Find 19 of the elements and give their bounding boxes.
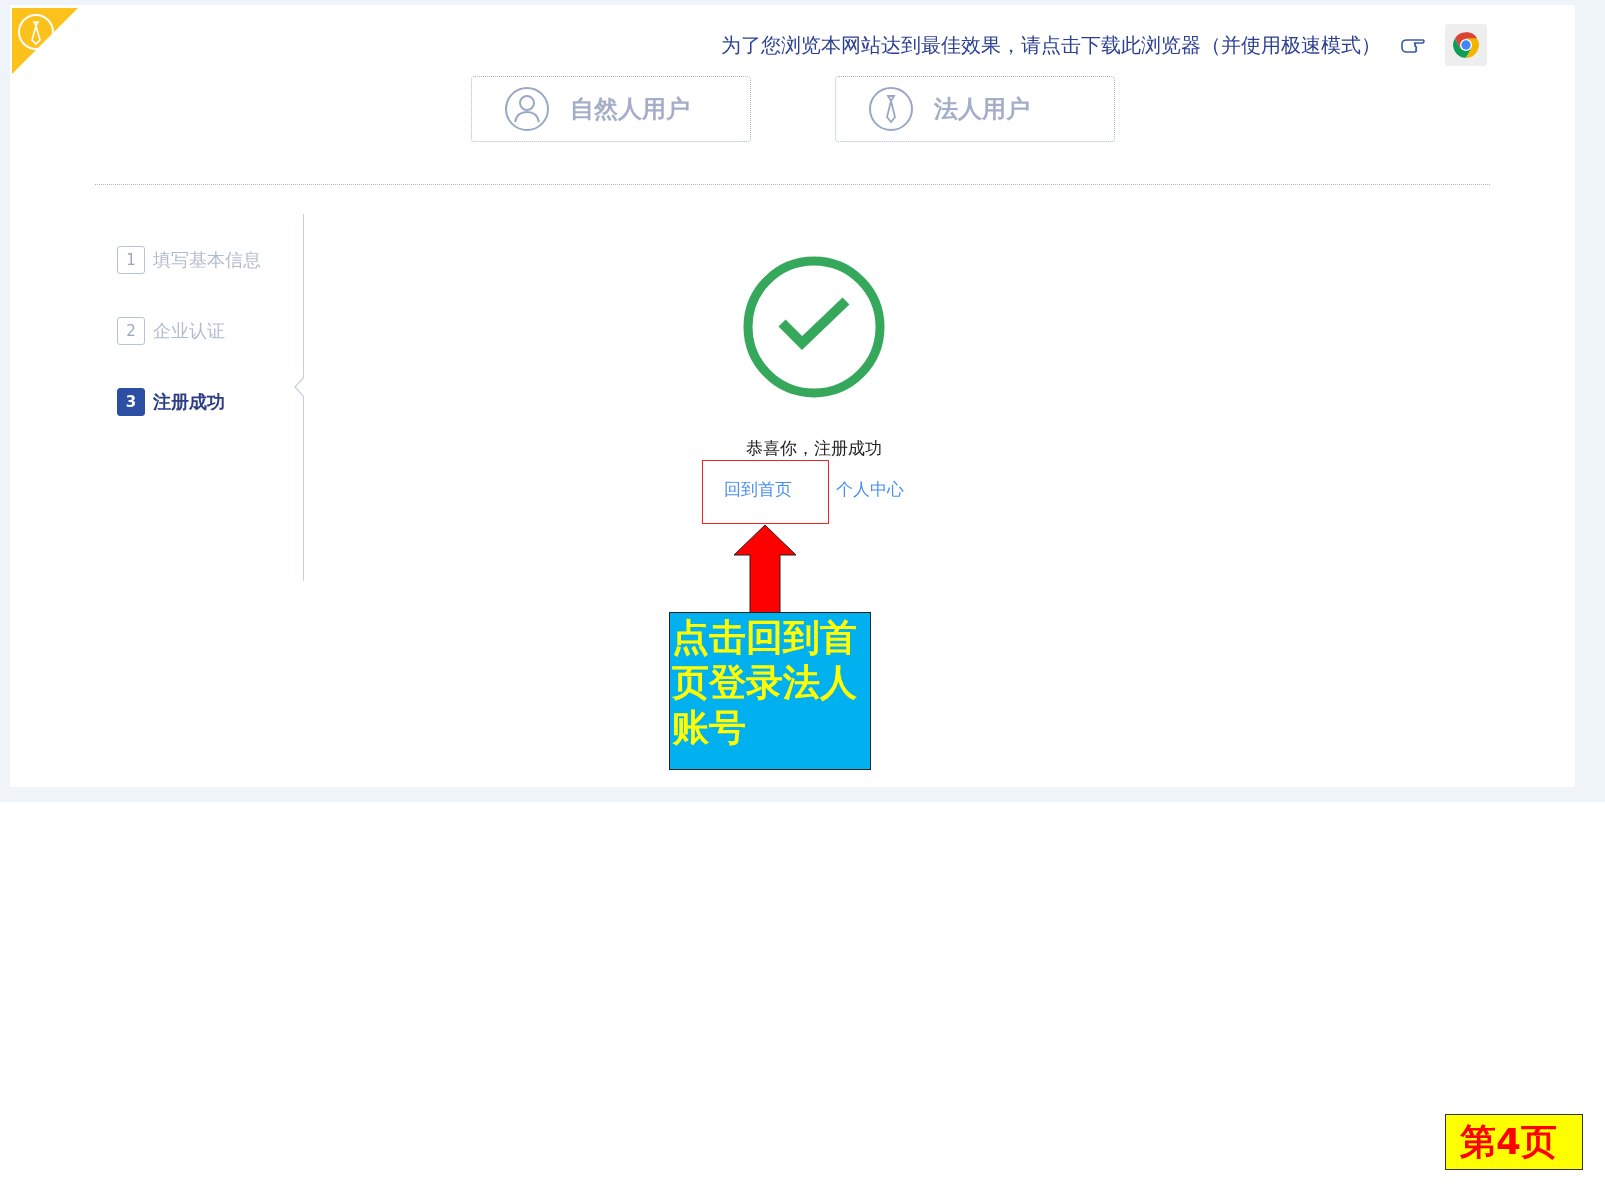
step-label: 企业认证	[153, 319, 225, 343]
browser-logo-icon	[1450, 29, 1482, 61]
callout-note: 点击回到首页登录法人账号	[669, 612, 871, 770]
nav-link[interactable]: 个人中心	[836, 478, 904, 501]
browser-logo-button[interactable]	[1445, 24, 1487, 66]
step-label: 注册成功	[153, 390, 225, 414]
step-number: 1	[117, 246, 145, 274]
nav-link[interactable]: 回到首页	[724, 478, 792, 501]
page-number-label: 第4页	[1445, 1114, 1583, 1170]
step-number: 2	[117, 317, 145, 345]
browser-download-link[interactable]: 为了您浏览本网站达到最佳效果，请点击下载此浏览器（并使用极速模式）	[721, 31, 1381, 59]
success-check-icon	[742, 255, 886, 399]
person-icon	[503, 86, 550, 132]
user-type-tab[interactable]: 法人用户	[834, 76, 1115, 142]
success-message: 恭喜你，注册成功	[746, 437, 882, 460]
tie-icon	[867, 86, 914, 132]
user-type-tab[interactable]: 自然人用户	[470, 76, 751, 142]
step-label: 填写基本信息	[153, 248, 261, 272]
step-number: 3	[117, 388, 145, 416]
